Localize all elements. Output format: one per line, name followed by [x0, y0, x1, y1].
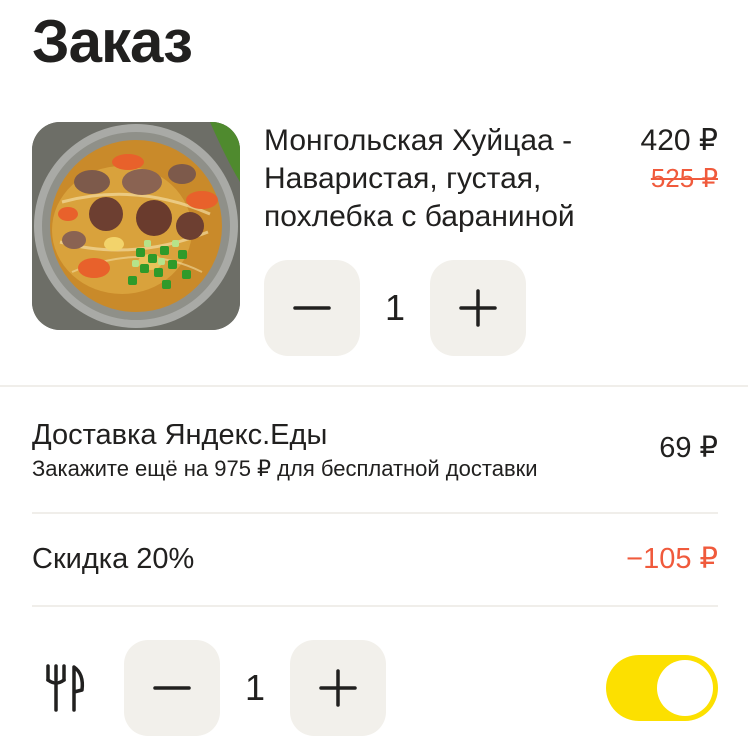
delivery-hint: Закажите ещё на 975 ₽ для бесплатной дос… [32, 456, 538, 481]
discount-label: Скидка 20% [32, 543, 195, 575]
plus-icon [319, 669, 357, 707]
plus-icon [459, 289, 497, 327]
delivery-price: 69 ₽ [659, 432, 718, 464]
cutlery-increase-button[interactable] [290, 640, 386, 736]
item-price: 420 ₽ [640, 124, 718, 157]
item-name: Монгольская Хуйцаа - Наваристая, густая,… [264, 122, 624, 236]
item-quantity: 1 [384, 287, 406, 328]
discount-value: −105 ₽ [626, 543, 718, 575]
item-name-line: Наваристая, густая, [264, 162, 542, 195]
cutlery-decrease-button[interactable] [124, 640, 220, 736]
item-old-price: 525 ₽ [650, 163, 718, 193]
item-increase-button[interactable] [430, 260, 526, 356]
minus-icon [293, 306, 331, 310]
item-decrease-button[interactable] [264, 260, 360, 356]
cutlery-icon [46, 664, 85, 712]
cutlery-toggle[interactable] [606, 655, 718, 721]
delivery-title: Доставка Яндекс.Еды [32, 419, 328, 451]
item-name-line: похлебка с бараниной [264, 200, 575, 233]
item-name-line: Монгольская Хуйцаа - [264, 124, 573, 157]
soup-bowl-image [32, 122, 240, 330]
toggle-knob [657, 660, 713, 716]
minus-icon [153, 686, 191, 690]
cutlery-quantity: 1 [244, 667, 266, 708]
page-title: Заказ [32, 8, 193, 75]
row-divider [32, 605, 718, 607]
section-divider [0, 385, 748, 387]
order-page: Заказ Монгольская Хуйцаа - Наваристая, г… [0, 0, 748, 746]
food-photo[interactable] [32, 122, 240, 330]
row-divider [32, 512, 718, 514]
